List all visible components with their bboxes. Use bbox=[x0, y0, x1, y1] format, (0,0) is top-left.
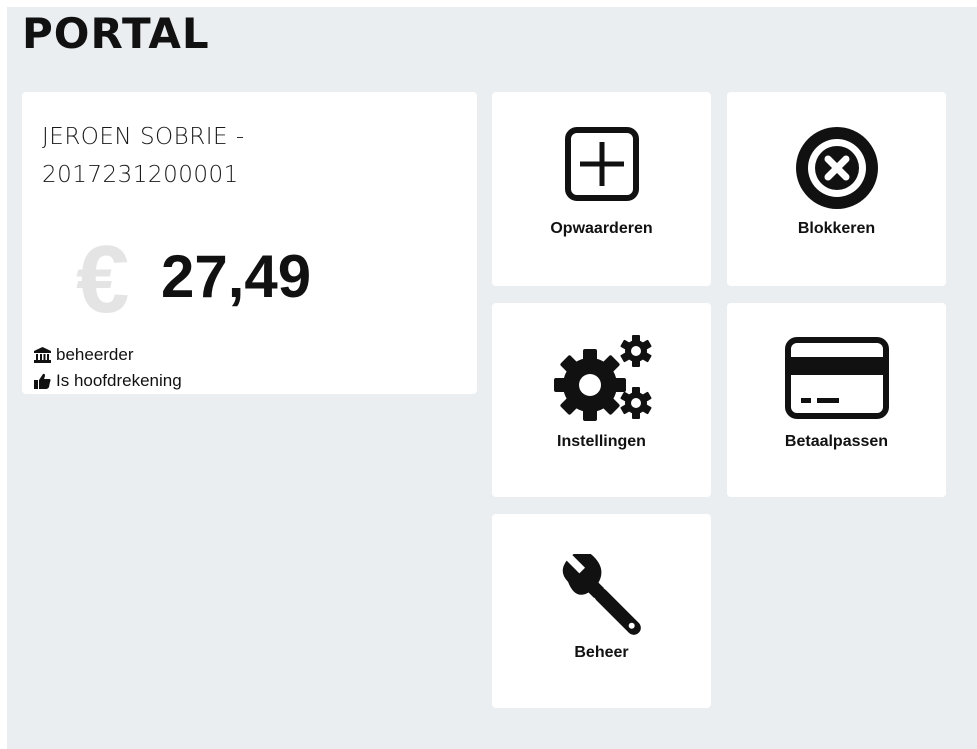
bank-icon bbox=[34, 347, 51, 363]
account-card: JEROEN SOBRIE - 2017231200001 € 27,49 be… bbox=[22, 92, 477, 394]
times-circle-icon bbox=[795, 127, 878, 209]
gears-icon bbox=[553, 335, 651, 421]
account-balance: 27,49 bbox=[161, 243, 312, 310]
role-label: beheerder bbox=[56, 345, 134, 364]
account-name: JEROEN SOBRIE - 2017231200001 bbox=[42, 124, 245, 188]
main-account-line: Is hoofdrekening bbox=[34, 372, 182, 390]
main-account-label: Is hoofdrekening bbox=[56, 371, 182, 390]
tile-label: Opwaarderen bbox=[550, 220, 653, 237]
tile-opwaarderen[interactable]: Opwaarderen bbox=[492, 92, 711, 286]
tile-label: Blokkeren bbox=[797, 220, 876, 237]
euro-icon: € bbox=[76, 226, 130, 333]
tile-beheer[interactable]: Beheer bbox=[492, 514, 711, 708]
page-title: PORTAL bbox=[22, 9, 210, 58]
tile-betaalpassen[interactable]: Betaalpassen bbox=[727, 303, 946, 497]
tile-blokkeren[interactable]: Blokkeren bbox=[727, 92, 946, 286]
role-line: beheerder bbox=[34, 346, 134, 364]
tile-label: Betaalpassen bbox=[784, 433, 889, 450]
plus-square-icon bbox=[564, 127, 639, 201]
thumbs-up-icon bbox=[34, 373, 51, 389]
tile-label: Instellingen bbox=[557, 433, 646, 450]
tile-instellingen[interactable]: Instellingen bbox=[492, 303, 711, 497]
wrench-icon bbox=[562, 554, 641, 635]
tile-label: Beheer bbox=[574, 644, 629, 661]
credit-card-icon bbox=[784, 337, 889, 419]
